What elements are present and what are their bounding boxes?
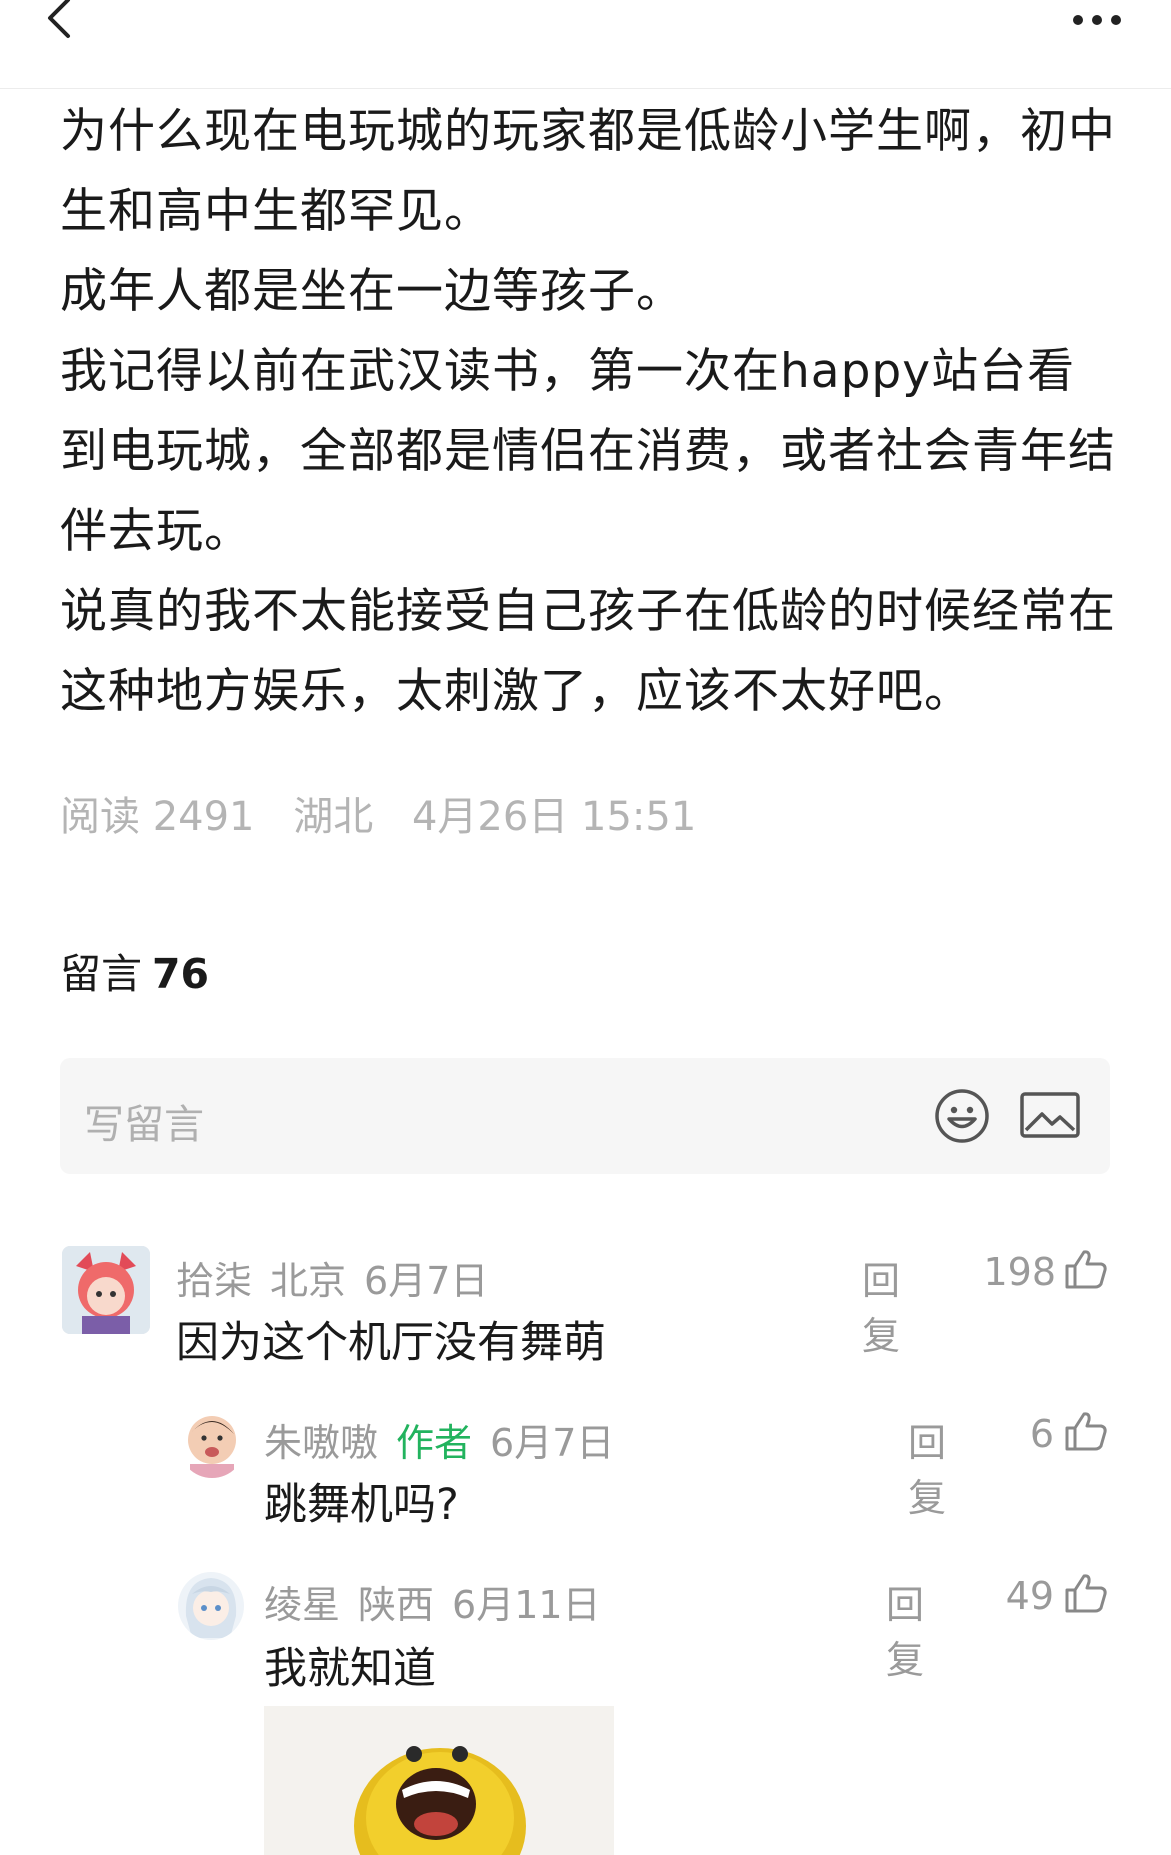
article-paragraph: 我记得以前在武汉读书，第一次在happy站台看到电玩城，全部都是情侣在消费，或者… <box>60 344 1116 559</box>
commenter-location: 北京 <box>270 1259 347 1303</box>
ellipsis-dot <box>1111 15 1121 25</box>
comment-date: 6月7日 <box>364 1259 489 1303</box>
comment-header: 朱嗷嗷 作者 6月7日 <box>264 1412 632 1467</box>
ellipsis-dot <box>1092 15 1102 25</box>
comment-text: 我就知道 <box>264 1644 436 1694</box>
comment-input-placeholder[interactable]: 写留言 <box>84 1092 204 1150</box>
comment-date: 6月7日 <box>490 1421 615 1465</box>
article-paragraph: 说真的我不太能接受自己孩子在低龄的时候经常在这种地方娱乐，太刺激了，应该不太好吧… <box>60 584 1116 719</box>
avatar[interactable] <box>62 1246 150 1334</box>
top-bar <box>0 0 1171 89</box>
thumbs-up-icon[interactable] <box>1064 1410 1108 1452</box>
avatar[interactable] <box>178 1572 244 1640</box>
comment-text: 跳舞机吗? <box>264 1480 459 1530</box>
back-button[interactable] <box>34 0 84 46</box>
commenter-name[interactable]: 拾柒 <box>176 1259 252 1303</box>
avatar[interactable] <box>178 1408 246 1478</box>
post-datetime: 4月26日 15:51 <box>411 794 697 840</box>
smiley-icon[interactable] <box>934 1088 990 1144</box>
comments-label: 留言 <box>60 950 142 998</box>
commenter-name[interactable]: 朱嗷嗷 <box>264 1421 378 1465</box>
avatar-image <box>62 1246 150 1334</box>
comment-image[interactable] <box>264 1706 614 1855</box>
comment-compose-box[interactable]: 写留言 <box>60 1058 1110 1174</box>
reply-button[interactable]: 回复 <box>862 1250 900 1360</box>
laughing-blob-image <box>264 1706 614 1855</box>
commenter-name[interactable]: 绫星 <box>264 1583 340 1627</box>
article-paragraph: 为什么现在电玩城的玩家都是低龄小学生啊，初中生和高中生都罕见。 <box>60 104 1116 239</box>
like-count: 6 <box>1029 1412 1054 1456</box>
like-count: 198 <box>983 1250 1056 1294</box>
comments-header: 留言 76 <box>60 940 209 1000</box>
image-icon[interactable] <box>1020 1092 1080 1138</box>
thumbs-up-icon[interactable] <box>1064 1248 1108 1290</box>
avatar-image <box>178 1572 244 1640</box>
comment-text: 因为这个机厅没有舞萌 <box>176 1318 606 1368</box>
ellipsis-icon <box>1073 15 1083 25</box>
like-count: 49 <box>1005 1574 1054 1618</box>
author-badge: 作者 <box>396 1421 473 1465</box>
read-count: 阅读 2491 <box>60 794 255 840</box>
article-body: 为什么现在电玩城的玩家都是低龄小学生啊，初中生和高中生都罕见。 成年人都是坐在一… <box>60 92 1120 732</box>
avatar-image <box>178 1408 246 1478</box>
article-meta: 阅读 2491 湖北 4月26日 15:51 <box>60 784 722 842</box>
post-location: 湖北 <box>293 794 374 840</box>
article-paragraph: 成年人都是坐在一边等孩子。 <box>60 264 684 319</box>
thumbs-up-icon[interactable] <box>1064 1572 1108 1614</box>
comment-date: 6月11日 <box>452 1583 601 1627</box>
reply-button[interactable]: 回复 <box>886 1574 924 1684</box>
comment-header: 绫星 陕西 6月11日 <box>264 1574 619 1629</box>
comments-count: 76 <box>152 950 210 998</box>
more-options-button[interactable] <box>1063 0 1131 40</box>
commenter-location: 陕西 <box>358 1583 435 1627</box>
comment-header: 拾柒 北京 6月7日 <box>176 1250 506 1305</box>
